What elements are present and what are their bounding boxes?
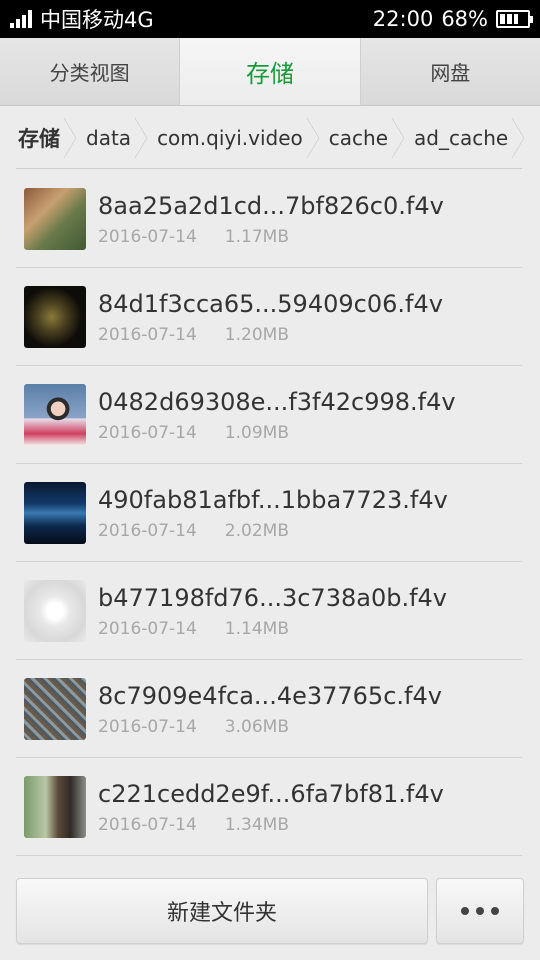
video-thumbnail [24,677,86,740]
clock: 22:00 [372,7,434,31]
more-dots-icon [461,907,499,915]
file-row[interactable]: 8aa25a2d1cd...7bf826c0.f4v 2016-07-14 1.1… [16,170,522,268]
tab-cloud-drive[interactable]: 网盘 [361,38,540,105]
breadcrumb-item-cache[interactable]: cache [319,108,405,168]
breadcrumb-item-ad-cache[interactable]: ad_cache [404,108,525,168]
file-date: 2016-07-14 [98,226,197,247]
file-row[interactable]: c221cedd2e9f...6fa7bf81.f4v 2016-07-14 1.… [16,758,522,856]
file-name: 490fab81afbf...1bba7723.f4v [98,485,448,514]
view-tabs: 分类视图 存储 网盘 [0,38,540,106]
breadcrumb-item-data[interactable]: data [76,108,148,168]
file-name: 8c7909e4fca...4e37765c.f4v [98,681,442,710]
battery-percent: 68% [441,7,488,31]
file-size: 1.14MB [224,618,289,639]
tab-category-view[interactable]: 分类视图 [0,38,179,105]
file-row[interactable]: 84d1f3cca65...59409c06.f4v 2016-07-14 1.2… [16,268,522,366]
file-date: 2016-07-14 [98,814,197,835]
breadcrumb: 存储 data com.qiyi.video cache ad_cache [0,108,540,168]
file-name: 84d1f3cca65...59409c06.f4v [98,289,443,318]
video-thumbnail [24,187,86,250]
video-thumbnail [24,481,86,544]
tab-storage[interactable]: 存储 [179,38,361,105]
file-row[interactable]: b477198fd76...3c738a0b.f4v 2016-07-14 1.1… [16,562,522,660]
file-size: 2.02MB [224,520,289,541]
battery-icon [496,10,533,28]
file-size: 1.09MB [224,422,289,443]
file-row[interactable]: 8c7909e4fca...4e37765c.f4v 2016-07-14 3.0… [16,660,522,758]
divider [16,168,522,169]
video-thumbnail [24,579,86,642]
breadcrumb-item-storage[interactable]: 存储 [8,108,76,168]
file-size: 1.20MB [224,324,289,345]
file-date: 2016-07-14 [98,422,197,443]
status-bar: 中国移动4G 22:00 68% [0,0,540,38]
file-name: 0482d69308e...f3f42c998.f4v [98,387,456,416]
file-size: 1.34MB [224,814,289,835]
more-options-button[interactable] [436,878,524,944]
carrier-label: 中国移动4G [40,8,154,32]
new-folder-button[interactable]: 新建文件夹 [16,878,428,944]
file-size: 1.17MB [224,226,289,247]
video-thumbnail [24,775,86,838]
video-thumbnail [24,285,86,348]
file-row[interactable]: 0482d69308e...f3f42c998.f4v 2016-07-14 1.… [16,366,522,464]
file-name: b477198fd76...3c738a0b.f4v [98,583,447,612]
signal-icon [10,10,32,28]
video-thumbnail [24,383,86,446]
file-date: 2016-07-14 [98,716,197,737]
file-size: 3.06MB [224,716,289,737]
file-row[interactable]: 490fab81afbf...1bba7723.f4v 2016-07-14 2.… [16,464,522,562]
file-date: 2016-07-14 [98,520,197,541]
file-date: 2016-07-14 [98,324,197,345]
file-name: 8aa25a2d1cd...7bf826c0.f4v [98,191,444,220]
breadcrumb-item-package[interactable]: com.qiyi.video [147,108,319,168]
file-list: 8aa25a2d1cd...7bf826c0.f4v 2016-07-14 1.1… [16,170,522,856]
bottom-action-bar: 新建文件夹 [16,878,524,944]
file-date: 2016-07-14 [98,618,197,639]
file-name: c221cedd2e9f...6fa7bf81.f4v [98,779,444,808]
